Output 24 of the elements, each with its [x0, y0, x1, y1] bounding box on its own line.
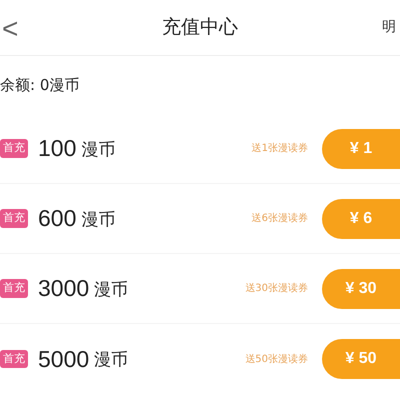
first-recharge-badge: 首充	[0, 139, 28, 158]
bonus-text: 送50张漫读券	[245, 352, 308, 366]
coin-amount: 3000	[38, 274, 90, 304]
coin-unit: 漫币	[94, 349, 128, 372]
first-recharge-badge: 首充	[0, 209, 28, 228]
balance-text: 余额: 0漫币	[0, 74, 80, 96]
back-button[interactable]: <	[2, 8, 18, 50]
coin-amount: 600	[38, 204, 76, 234]
coin-amount: 100	[38, 134, 76, 164]
first-recharge-badge: 首充	[0, 279, 28, 298]
coin-unit: 漫币	[94, 278, 128, 302]
coin-amount: 5000	[38, 344, 90, 374]
coin-unit: 漫币	[81, 208, 116, 232]
details-link[interactable]: 明	[382, 17, 396, 38]
price-button[interactable]: ¥ 1	[322, 128, 400, 168]
price-button[interactable]: ¥ 6	[322, 198, 400, 238]
price-button[interactable]: ¥ 50	[322, 339, 400, 379]
bonus-text: 送1张漫读券	[252, 142, 308, 156]
price-button[interactable]: ¥ 30	[322, 268, 400, 308]
page-title: 充值中心	[162, 15, 238, 40]
first-recharge-badge: 首充	[0, 350, 28, 368]
bonus-text: 送6张漫读券	[252, 212, 308, 226]
coin-unit: 漫币	[81, 138, 116, 162]
bonus-text: 送30张漫读券	[245, 282, 308, 296]
